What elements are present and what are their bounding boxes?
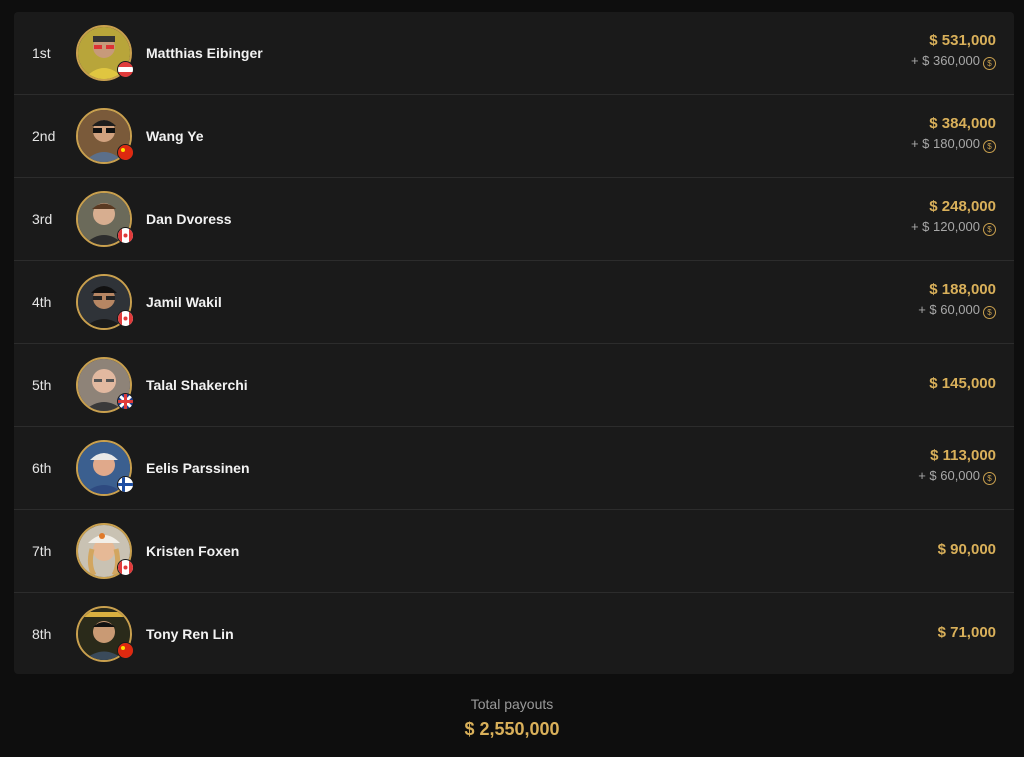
rank-label: 3rd bbox=[32, 211, 53, 227]
player-name[interactable]: Tony Ren Lin bbox=[146, 593, 234, 674]
payouts-list: 1st Matthias Eibinger $ 531,000 + $ 360,… bbox=[14, 12, 1014, 674]
payout-row[interactable]: 5th Talal Shakerchi $ 145,000 bbox=[14, 344, 1014, 427]
total-payouts: Total payouts $ 2,550,000 bbox=[0, 694, 1024, 741]
total-payouts-value: $ 2,550,000 bbox=[464, 719, 560, 739]
bonus-text: + $ 360,000 bbox=[910, 53, 980, 68]
rank-label: 4th bbox=[32, 294, 52, 310]
china-flag-icon bbox=[117, 144, 134, 161]
prize-block: $ 71,000 bbox=[938, 624, 996, 642]
prize-amount: $ 90,000 bbox=[937, 541, 996, 558]
prize-amount: $ 145,000 bbox=[929, 375, 996, 392]
payout-row[interactable]: 4th Jamil Wakil $ 188,000 + $ 60,000 $ bbox=[14, 261, 1014, 344]
gold-coin-icon: $ bbox=[983, 306, 996, 319]
total-payouts-label: Total payouts bbox=[470, 696, 554, 712]
bonus-text: + $ 180,000 bbox=[910, 136, 980, 151]
rank-label: 8th bbox=[32, 626, 52, 642]
bonus-amount: + $ 360,000 $ bbox=[911, 52, 996, 70]
austria-flag-icon bbox=[117, 61, 134, 78]
payout-row[interactable]: 1st Matthias Eibinger $ 531,000 + $ 360,… bbox=[14, 12, 1014, 95]
bonus-amount: + $ 120,000 $ bbox=[911, 218, 996, 236]
bonus-text: + $ 60,000 bbox=[918, 468, 980, 483]
prize-block: $ 90,000 bbox=[938, 541, 996, 559]
bonus-amount: + $ 60,000 $ bbox=[918, 301, 996, 319]
prize-block: $ 248,000 + $ 120,000 $ bbox=[911, 198, 996, 236]
player-name[interactable]: Eelis Parssinen bbox=[146, 427, 250, 509]
gold-coin-icon: $ bbox=[983, 472, 996, 485]
prize-block: $ 531,000 + $ 360,000 $ bbox=[911, 32, 996, 70]
rank-label: 2nd bbox=[32, 128, 56, 144]
gold-coin-icon: $ bbox=[983, 57, 996, 70]
canada-flag-icon bbox=[117, 227, 134, 244]
bonus-amount: + $ 180,000 $ bbox=[911, 135, 996, 153]
payout-row[interactable]: 7th Kristen Foxen $ 90,000 bbox=[14, 510, 1014, 593]
bonus-text: + $ 60,000 bbox=[918, 302, 980, 317]
prize-block: $ 384,000 + $ 180,000 $ bbox=[911, 115, 996, 153]
bonus-amount: + $ 60,000 $ bbox=[918, 467, 996, 485]
player-name[interactable]: Jamil Wakil bbox=[146, 261, 222, 343]
finland-flag-icon bbox=[117, 476, 134, 493]
china-flag-icon bbox=[117, 642, 134, 659]
payout-row[interactable]: 8th Tony Ren Lin $ 71,000 bbox=[14, 593, 1014, 674]
rank-label: 1st bbox=[32, 45, 51, 61]
gold-coin-icon: $ bbox=[983, 223, 996, 236]
prize-amount: $ 531,000 bbox=[929, 32, 996, 49]
payout-row[interactable]: 3rd Dan Dvoress $ 248,000 + $ 120,000 $ bbox=[14, 178, 1014, 261]
prize-block: $ 145,000 bbox=[929, 375, 996, 393]
prize-amount: $ 248,000 bbox=[929, 198, 996, 215]
canada-flag-icon bbox=[117, 310, 134, 327]
prize-amount: $ 113,000 bbox=[930, 447, 996, 464]
rank-label: 6th bbox=[32, 460, 52, 476]
prize-amount: $ 384,000 bbox=[929, 115, 996, 132]
player-name[interactable]: Kristen Foxen bbox=[146, 510, 239, 592]
prize-block: $ 113,000 + $ 60,000 $ bbox=[918, 447, 996, 485]
player-name[interactable]: Matthias Eibinger bbox=[146, 12, 263, 94]
prize-amount: $ 188,000 bbox=[929, 281, 996, 298]
prize-block: $ 188,000 + $ 60,000 $ bbox=[918, 281, 996, 319]
rank-label: 5th bbox=[32, 377, 52, 393]
uk-flag-icon bbox=[117, 393, 134, 410]
prize-amount: $ 71,000 bbox=[937, 624, 996, 641]
payout-row[interactable]: 6th Eelis Parssinen $ 113,000 + $ 60,000… bbox=[14, 427, 1014, 510]
rank-label: 7th bbox=[32, 543, 52, 559]
payout-row[interactable]: 2nd Wang Ye $ 384,000 + $ 180,000 $ bbox=[14, 95, 1014, 178]
player-name[interactable]: Wang Ye bbox=[146, 95, 204, 177]
bonus-text: + $ 120,000 bbox=[910, 219, 980, 234]
canada-flag-icon bbox=[117, 559, 134, 576]
player-name[interactable]: Dan Dvoress bbox=[146, 178, 232, 260]
player-name[interactable]: Talal Shakerchi bbox=[146, 344, 248, 426]
gold-coin-icon: $ bbox=[983, 140, 996, 153]
